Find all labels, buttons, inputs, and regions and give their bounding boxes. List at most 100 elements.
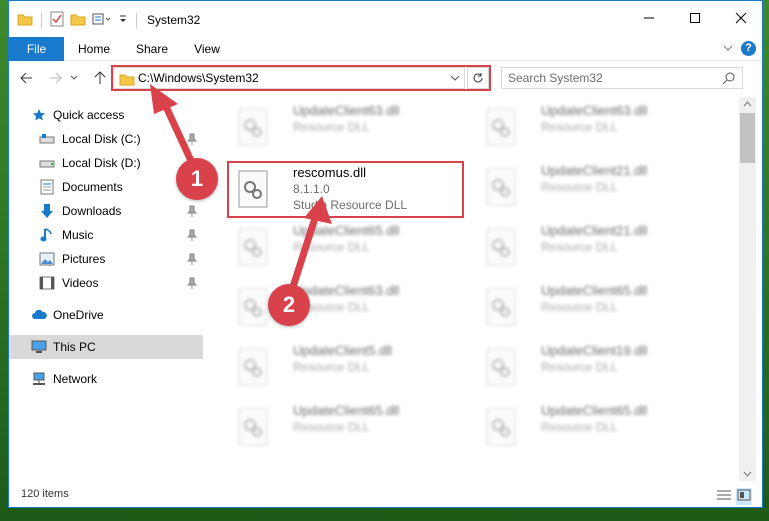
sidebar-item-this-pc[interactable]: This PC [9,335,203,359]
file-name: UpdateClient63.dll [293,103,400,118]
sidebar-item-label: Local Disk (C:) [62,132,141,146]
list-item[interactable]: UpdateClient19.dll Resource DLL [471,339,711,393]
scrollbar-thumb[interactable] [740,113,755,163]
sidebar-item-label: Music [62,228,94,242]
pin-icon[interactable] [186,229,198,244]
file-name: UpdateClient5.dll [293,343,393,358]
close-button[interactable] [718,1,762,35]
sidebar-item-quick-access[interactable]: Quick access [9,103,203,127]
list-item[interactable]: UpdateClient63.dll Resource DLL [223,99,463,153]
up-button[interactable] [89,67,111,89]
file-name: UpdateClient21.dll [541,163,648,178]
list-item[interactable]: UpdateClient65.dll Resource DLL [223,399,463,453]
list-item[interactable]: UpdateClient21.dll Resource DLL [471,219,711,273]
dll-file-icon [237,227,269,267]
sidebar-item-network[interactable]: Network [9,367,203,391]
pin-icon[interactable] [186,277,198,292]
help-button[interactable]: ? [741,41,756,56]
step-1-badge: 1 [176,158,218,200]
sidebar-item-label: Local Disk (D:) [62,156,141,170]
sidebar-item-onedrive[interactable]: OneDrive [9,303,203,327]
address-highlight-box [111,65,491,91]
tab-share[interactable]: Share [129,37,175,61]
view-toggle [716,488,752,505]
expand-ribbon-button[interactable] [722,41,734,58]
file-name: UpdateClient21.dll [541,223,648,238]
sidebar-item-downloads[interactable]: Downloads [9,199,203,223]
pin-icon[interactable] [186,253,198,268]
list-item[interactable]: UpdateClient65.dll Resource DLL [223,219,463,273]
list-item[interactable]: UpdateClient63.dll Resource DLL [471,99,711,153]
arrow-up-icon [94,71,106,84]
tiles-view-icon[interactable] [736,488,752,505]
minimize-button[interactable] [626,1,672,35]
dll-file-icon [485,287,517,327]
list-item[interactable]: UpdateClient63.dll Resource DLL [223,279,463,333]
sidebar-item-label: Videos [62,276,99,290]
status-bar: 120 items [9,484,762,507]
dll-file-icon [485,347,517,387]
sidebar-item-label: Pictures [62,252,106,266]
dll-file-icon [485,227,517,267]
new-folder-icon[interactable] [70,12,86,29]
scroll-up-icon[interactable] [739,97,756,111]
dll-file-icon [485,107,517,147]
sidebar-item-documents[interactable]: Documents [9,175,203,199]
sidebar-item-local-disk-d[interactable]: Local Disk (D:) [9,151,203,175]
item-count: 120 items [21,488,69,500]
list-item[interactable]: UpdateClient65.dll Resource DLL [471,399,711,453]
list-item[interactable]: UpdateClient21.dll Resource DLL [471,159,711,213]
details-view-icon[interactable] [716,488,732,505]
tab-view[interactable]: View [185,37,229,61]
search-icon [722,71,736,88]
tab-home[interactable]: Home [71,37,117,61]
window-title: System32 [147,13,201,27]
customize-toolbar-icon[interactable] [118,13,128,28]
file-name: UpdateClient19.dll [541,343,648,358]
dll-file-icon [237,407,269,447]
file-name: UpdateClient63.dll [541,103,648,118]
music-icon [39,227,55,243]
pin-icon[interactable] [186,205,198,220]
list-item[interactable]: UpdateClient65.dll Resource DLL [471,279,711,333]
ribbon-tabs: File Home Share View ? [9,37,762,61]
recent-locations-button[interactable] [67,67,81,89]
downloads-icon [39,203,55,219]
sidebar-item-label: This PC [53,340,96,354]
sidebar-item-label: Network [53,372,98,386]
chevron-down-icon [70,75,78,80]
step-2-badge: 2 [268,284,310,326]
back-button[interactable] [15,67,37,89]
file-name: UpdateClient63.dll [293,283,400,298]
file-description: Resource DLL [541,240,618,254]
dll-file-icon [237,287,269,327]
sidebar-item-label: Downloads [62,204,122,218]
search-box[interactable] [501,67,743,89]
pin-icon[interactable] [186,133,198,148]
sidebar-item-label: Documents [62,180,123,194]
list-item[interactable]: UpdateClient5.dll Resource DLL [223,339,463,393]
file-description: Resource DLL [541,360,618,374]
dll-file-icon [485,407,517,447]
file-name: UpdateClient65.dll [293,403,400,418]
scroll-down-icon[interactable] [739,467,756,481]
tab-file[interactable]: File [9,37,64,61]
properties-icon[interactable] [50,11,64,30]
maximize-button[interactable] [672,1,718,35]
navigation-bar: C:\Windows\System32 [9,63,762,93]
file-name: UpdateClient65.dll [541,403,648,418]
cloud-icon [31,307,47,323]
forward-button[interactable] [45,67,67,89]
dll-file-icon [237,107,269,147]
sidebar-item-pictures[interactable]: Pictures [9,247,203,271]
view-options-icon[interactable] [92,12,112,29]
search-input[interactable] [508,68,708,88]
vertical-scrollbar[interactable] [739,97,756,481]
sidebar-item-local-disk-c[interactable]: Local Disk (C:) [9,127,203,151]
sidebar-item-music[interactable]: Music [9,223,203,247]
sidebar-item-videos[interactable]: Videos [9,271,203,295]
drive-icon [39,155,55,171]
sidebar-item-label: OneDrive [53,308,104,322]
chevron-down-icon [723,45,733,51]
quick-access-toolbar [17,11,139,30]
